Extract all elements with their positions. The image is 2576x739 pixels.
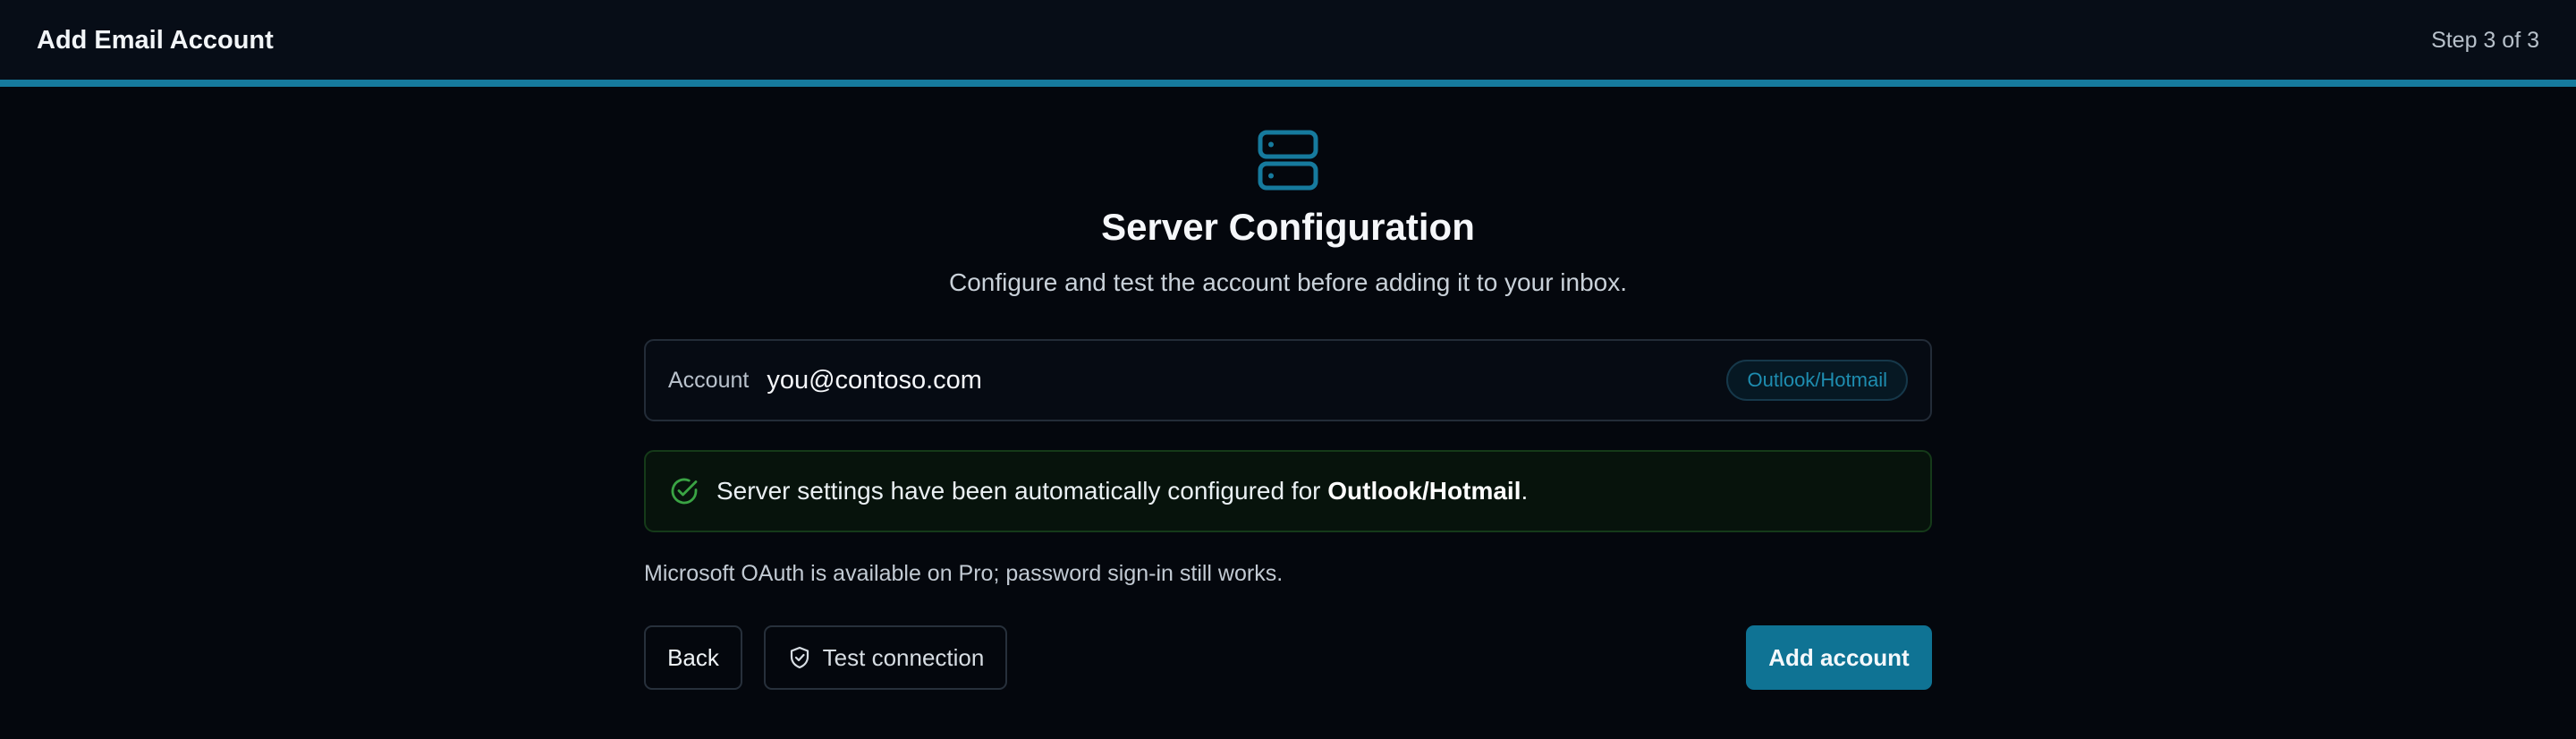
- test-connection-label: Test connection: [822, 643, 985, 671]
- check-circle-icon: [671, 478, 698, 505]
- oauth-note: Microsoft OAuth is available on Pro; pas…: [644, 561, 1284, 586]
- provider-badge: Outlook/Hotmail: [1726, 360, 1908, 401]
- window-title: Add Email Account: [37, 25, 274, 55]
- account-card: Account you@contoso.com Outlook/Hotmail: [644, 339, 1932, 421]
- add-account-label: Add account: [1768, 643, 1910, 671]
- status-banner: Server settings have been automatically …: [644, 450, 1932, 532]
- page-title: Server Configuration: [1101, 206, 1475, 248]
- app-header: Add Email Account Step 3 of 3: [0, 0, 2576, 81]
- back-button[interactable]: Back: [644, 625, 742, 690]
- status-provider: Outlook/Hotmail: [1327, 477, 1521, 505]
- add-account-button[interactable]: Add account: [1746, 625, 1932, 690]
- progress-bar: [0, 80, 2576, 87]
- account-email: you@contoso.com: [767, 365, 982, 395]
- back-button-label: Back: [667, 643, 719, 671]
- account-label: Account: [668, 367, 750, 393]
- page-subtitle: Configure and test the account before ad…: [948, 268, 1628, 296]
- test-connection-button[interactable]: Test connection: [764, 625, 1007, 690]
- server-icon: [1258, 130, 1318, 191]
- main-content: Server Configuration Configure and test …: [0, 87, 2576, 739]
- status-message: Server settings have been automatically …: [716, 477, 1529, 505]
- shield-check-icon: [790, 646, 809, 669]
- step-indicator: Step 3 of 3: [2431, 27, 2539, 53]
